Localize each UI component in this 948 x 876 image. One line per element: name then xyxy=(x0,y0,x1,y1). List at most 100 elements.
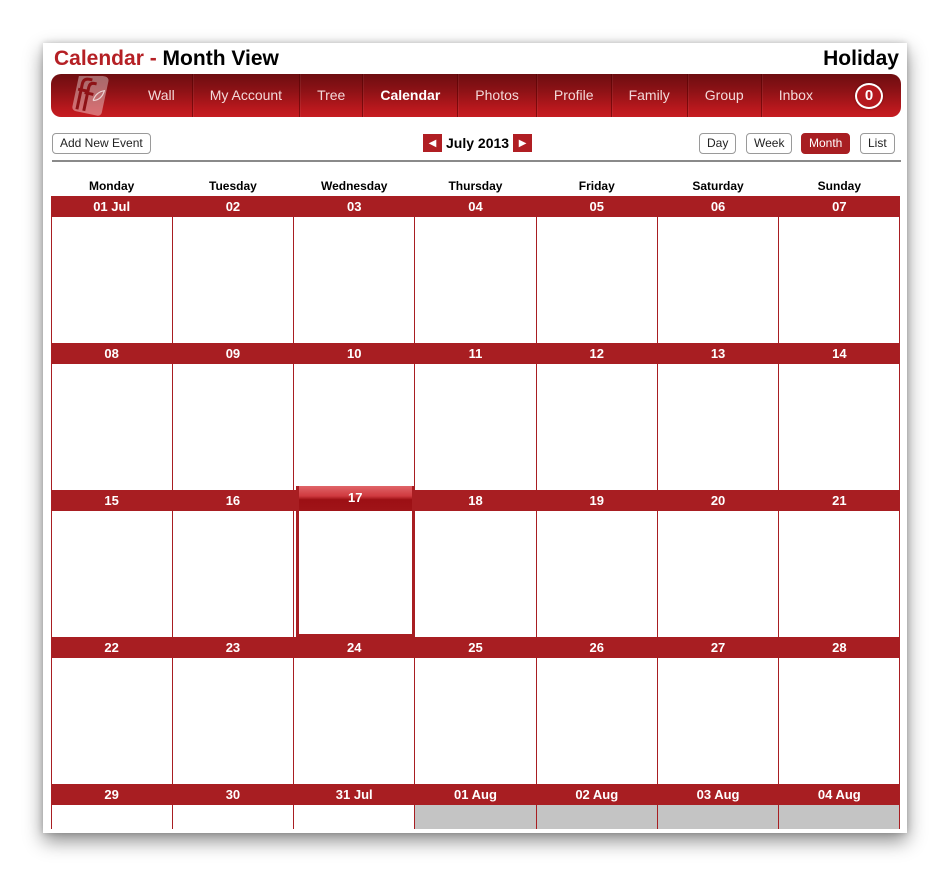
day-number[interactable]: 14 xyxy=(779,343,900,364)
nav-item-tree[interactable]: Tree xyxy=(299,74,362,117)
day-number[interactable]: 04 Aug xyxy=(779,784,900,805)
day-cell-other-month[interactable] xyxy=(656,805,778,829)
day-cell[interactable] xyxy=(51,805,173,829)
nav-item-wall[interactable]: Wall xyxy=(131,74,192,117)
day-number[interactable]: 10 xyxy=(294,343,415,364)
view-month-button[interactable]: Month xyxy=(801,133,851,154)
day-number[interactable]: 03 Aug xyxy=(657,784,778,805)
day-cell[interactable] xyxy=(172,658,294,784)
day-number[interactable]: 02 xyxy=(172,196,293,217)
view-day-button[interactable]: Day xyxy=(699,133,737,154)
day-cell[interactable] xyxy=(656,658,778,784)
day-number[interactable]: 02 Aug xyxy=(536,784,657,805)
day-cell[interactable] xyxy=(172,364,294,490)
day-cell[interactable] xyxy=(172,805,294,829)
week-date-header: 08 09 10 11 12 13 14 xyxy=(51,343,900,364)
day-cell[interactable] xyxy=(535,364,657,490)
calendar-week-row: 22 23 24 25 26 27 28 xyxy=(51,637,900,784)
day-cell-other-month[interactable] xyxy=(777,805,900,829)
day-number[interactable]: 30 xyxy=(172,784,293,805)
day-number[interactable]: 16 xyxy=(172,490,293,511)
arrow-right-icon: ▶ xyxy=(518,137,527,149)
day-number[interactable]: 24 xyxy=(294,637,415,658)
day-number[interactable]: 20 xyxy=(657,490,778,511)
add-new-event-button[interactable]: Add New Event xyxy=(52,133,151,154)
prev-month-button[interactable]: ◀ xyxy=(423,134,442,152)
month-grid: 01 Jul 02 03 04 05 06 07 08 09 10 11 12 13 14 15 16 17 18… xyxy=(51,196,900,829)
day-cell[interactable] xyxy=(293,217,415,343)
inbox-count-badge[interactable]: 0 xyxy=(855,83,883,109)
nav-item-group[interactable]: Group xyxy=(686,74,761,117)
day-cell[interactable] xyxy=(414,364,536,490)
nav-menu: Wall My Account Tree Calendar Photos Pro… xyxy=(131,74,830,117)
day-cell[interactable] xyxy=(535,658,657,784)
nav-item-inbox[interactable]: Inbox xyxy=(760,74,830,117)
day-cell[interactable] xyxy=(51,658,173,784)
day-cell[interactable] xyxy=(777,511,900,637)
nav-item-family[interactable]: Family xyxy=(610,74,687,117)
day-cell[interactable] xyxy=(535,511,657,637)
day-number[interactable]: 15 xyxy=(51,490,172,511)
day-number[interactable]: 05 xyxy=(536,196,657,217)
day-cell-other-month[interactable] xyxy=(535,805,657,829)
day-cell[interactable] xyxy=(51,511,173,637)
day-cell[interactable] xyxy=(656,217,778,343)
day-cell[interactable] xyxy=(414,658,536,784)
day-cell[interactable] xyxy=(51,217,173,343)
day-number[interactable]: 11 xyxy=(415,343,536,364)
day-cell[interactable] xyxy=(293,805,415,829)
nav-item-my-account[interactable]: My Account xyxy=(191,74,299,117)
page-title: Calendar - Month View xyxy=(54,47,279,71)
day-number[interactable]: 28 xyxy=(779,637,900,658)
day-number[interactable]: 04 xyxy=(415,196,536,217)
day-number[interactable]: 01 Aug xyxy=(415,784,536,805)
day-number[interactable]: 09 xyxy=(172,343,293,364)
nav-item-photos[interactable]: Photos xyxy=(457,74,536,117)
view-list-button[interactable]: List xyxy=(860,133,895,154)
day-number[interactable]: 13 xyxy=(657,343,778,364)
day-number[interactable]: 07 xyxy=(779,196,900,217)
day-number[interactable]: 27 xyxy=(657,637,778,658)
day-cell[interactable] xyxy=(293,511,415,637)
day-cell[interactable] xyxy=(777,364,900,490)
day-number[interactable]: 31 Jul xyxy=(294,784,415,805)
day-number[interactable]: 17 xyxy=(294,490,415,511)
nav-item-profile[interactable]: Profile xyxy=(535,74,611,117)
week-cells xyxy=(51,658,900,784)
day-number[interactable]: 25 xyxy=(415,637,536,658)
view-week-button[interactable]: Week xyxy=(746,133,793,154)
title-row: Calendar - Month View Holiday xyxy=(54,47,899,73)
day-cell[interactable] xyxy=(777,658,900,784)
day-cell-other-month[interactable] xyxy=(414,805,536,829)
week-date-header: 01 Jul 02 03 04 05 06 07 xyxy=(51,196,900,217)
nav-item-calendar[interactable]: Calendar xyxy=(362,74,457,117)
day-number[interactable]: 06 xyxy=(657,196,778,217)
day-number[interactable]: 29 xyxy=(51,784,172,805)
calendar-week-row: 01 Jul 02 03 04 05 06 07 xyxy=(51,196,900,343)
day-number[interactable]: 19 xyxy=(536,490,657,511)
day-number[interactable]: 23 xyxy=(172,637,293,658)
day-number[interactable]: 18 xyxy=(415,490,536,511)
weekday-label: Wednesday xyxy=(320,179,388,193)
day-cell[interactable] xyxy=(293,364,415,490)
day-number[interactable]: 03 xyxy=(294,196,415,217)
day-number[interactable]: 22 xyxy=(51,637,172,658)
day-cell[interactable] xyxy=(293,658,415,784)
day-cell[interactable] xyxy=(414,217,536,343)
day-cell[interactable] xyxy=(414,511,536,637)
day-cell[interactable] xyxy=(172,217,294,343)
day-cell[interactable] xyxy=(656,364,778,490)
next-month-button[interactable]: ▶ xyxy=(513,134,533,152)
day-number[interactable]: 21 xyxy=(779,490,900,511)
family-tree-logo-icon[interactable] xyxy=(65,74,117,116)
day-cell[interactable] xyxy=(656,511,778,637)
day-number[interactable]: 01 Jul xyxy=(51,196,172,217)
day-cell[interactable] xyxy=(172,511,294,637)
day-cell[interactable] xyxy=(777,217,900,343)
day-cell[interactable] xyxy=(51,364,173,490)
toolbar-divider xyxy=(52,160,901,162)
day-number[interactable]: 26 xyxy=(536,637,657,658)
day-number[interactable]: 12 xyxy=(536,343,657,364)
day-cell[interactable] xyxy=(535,217,657,343)
day-number[interactable]: 08 xyxy=(51,343,172,364)
